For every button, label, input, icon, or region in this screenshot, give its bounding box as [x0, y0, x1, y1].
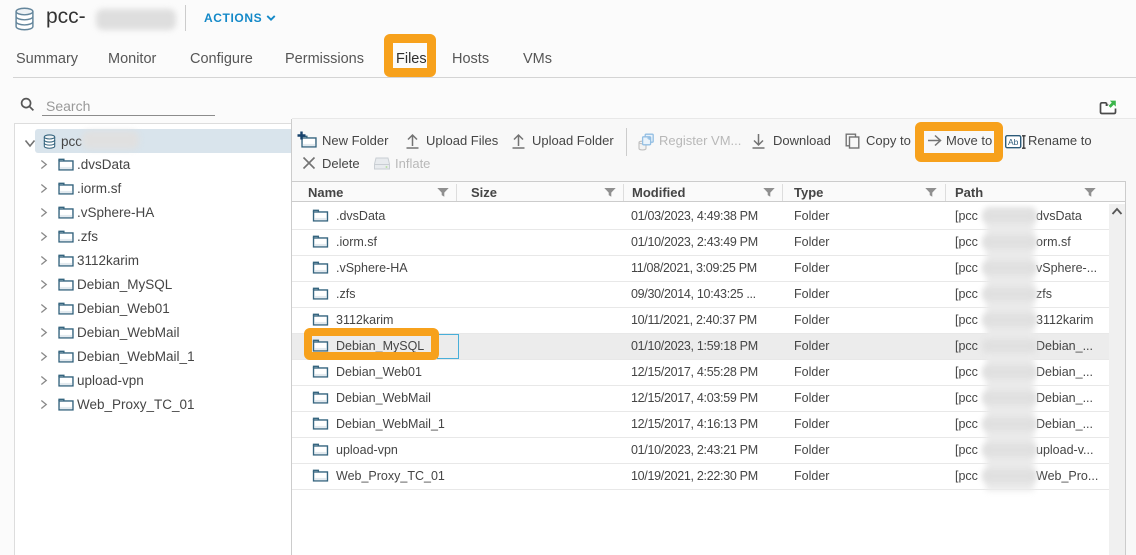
svg-text:Ab: Ab — [1008, 137, 1019, 147]
